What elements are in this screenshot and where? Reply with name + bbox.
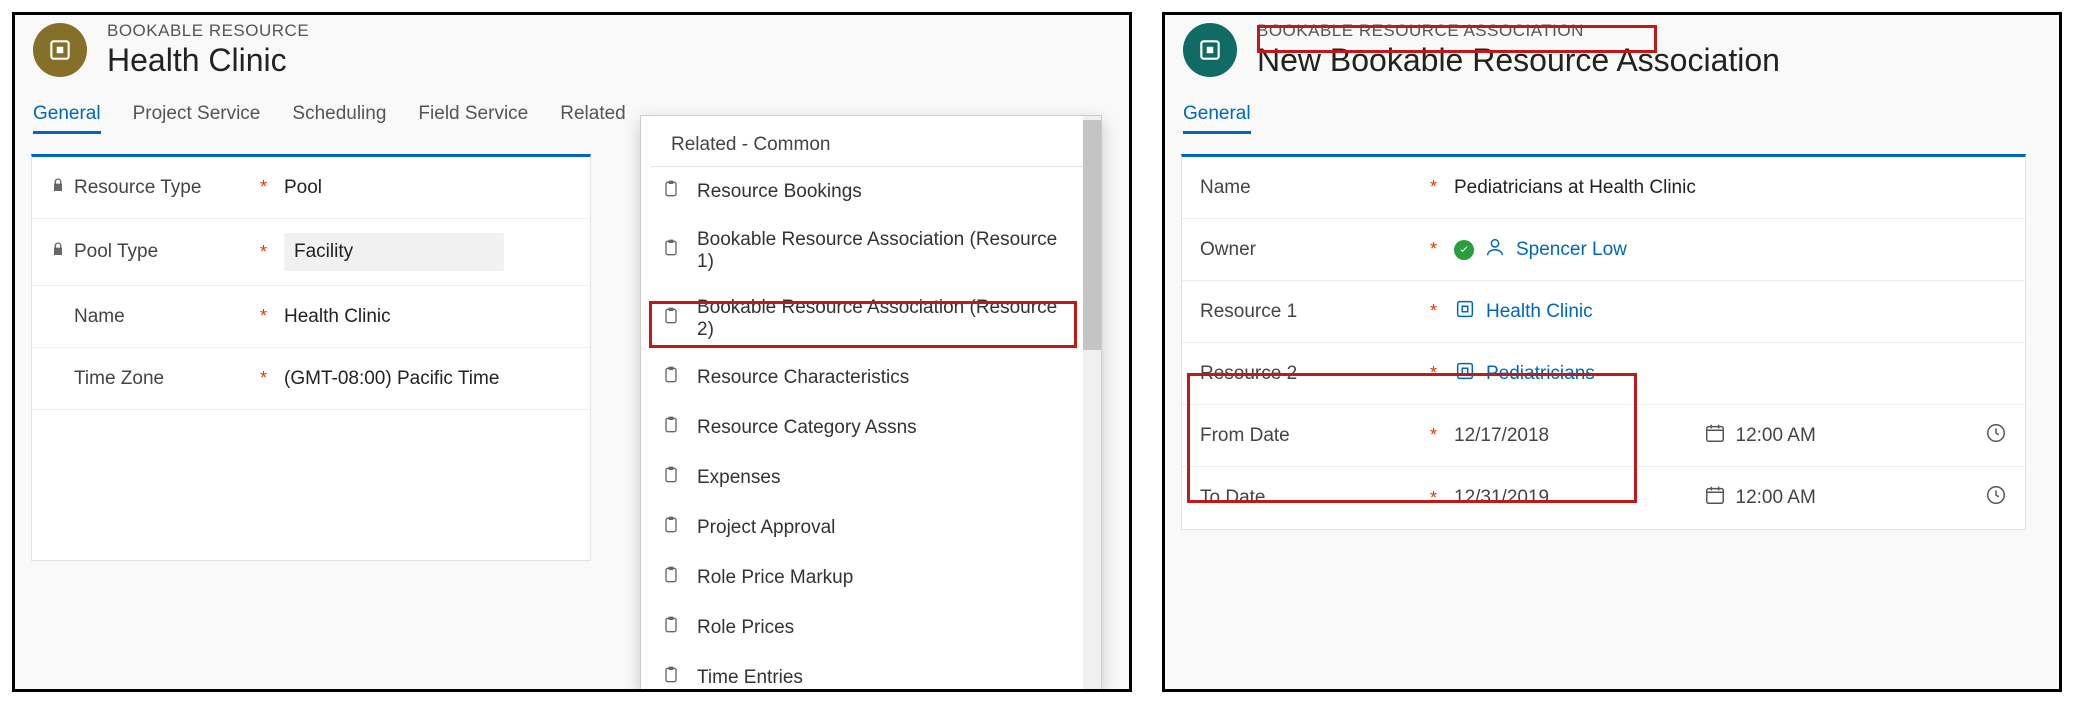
calendar-icon[interactable] [1704,422,1726,450]
field-value-resource2[interactable]: Pediatricians [1454,360,2007,388]
field-value-time-zone[interactable]: (GMT-08:00) Pacific Time [284,368,572,390]
related-menu-item[interactable]: Project Approval [641,503,1083,553]
lock-icon [50,241,66,263]
tab-general[interactable]: General [1183,97,1251,134]
related-menu-item-label: Project Approval [697,517,835,539]
clipboard-icon [661,515,681,541]
tab-scheduling[interactable]: Scheduling [292,97,386,134]
clipboard-icon [661,365,681,391]
tab-field-service[interactable]: Field Service [418,97,528,134]
right-panel: BOOKABLE RESOURCE ASSOCIATION New Bookab… [1162,12,2062,692]
entity-label: BOOKABLE RESOURCE [107,21,309,41]
required-indicator: * [260,177,284,198]
clipboard-icon [661,665,681,691]
tab-project-service[interactable]: Project Service [133,97,261,134]
related-menu-item-label: Role Prices [697,617,794,639]
related-dropdown-header: Related - Common [651,116,1091,167]
scrollbar[interactable] [1083,116,1101,690]
owner-link[interactable]: Spencer Low [1516,239,1627,261]
clipboard-icon [661,306,681,332]
field-label-from-date: From Date [1200,425,1290,447]
related-menu-item[interactable]: Role Price Markup [641,553,1083,603]
field-value-pool-type[interactable]: Facility [284,233,504,271]
record-header-left: BOOKABLE RESOURCE Health Clinic [15,15,1129,97]
related-menu-item-label: Role Price Markup [697,567,853,589]
field-label-owner: Owner [1200,239,1256,261]
scroll-thumb[interactable] [1083,120,1101,350]
record-header-right: BOOKABLE RESOURCE ASSOCIATION New Bookab… [1165,15,2059,97]
related-menu-item[interactable]: Role Prices [641,603,1083,653]
resource1-link[interactable]: Health Clinic [1486,301,1593,323]
related-menu-item-label: Resource Bookings [697,181,862,203]
clipboard-icon [661,179,681,205]
field-label-to-date: To Date [1200,487,1265,509]
field-label-pool-type: Pool Type [74,241,158,263]
related-menu-item[interactable]: Expenses [641,453,1083,503]
field-label-time-zone: Time Zone [74,368,164,390]
related-menu-item[interactable]: Bookable Resource Association (Resource … [641,217,1083,285]
related-menu-item[interactable]: Time Entries [641,653,1083,692]
required-indicator: * [1430,239,1454,260]
field-value-name[interactable]: Pediatricians at Health Clinic [1454,177,2007,199]
field-label-resource1: Resource 1 [1200,301,1297,323]
tab-related[interactable]: Related [560,97,626,134]
clipboard-icon [661,615,681,641]
tab-general[interactable]: General [33,97,101,134]
field-label-resource2: Resource 2 [1200,363,1297,385]
required-indicator: * [260,306,284,327]
related-menu-item[interactable]: Resource Characteristics [641,353,1083,403]
record-title: Health Clinic [107,41,309,79]
related-menu-item[interactable]: Bookable Resource Association (Resource … [641,285,1083,353]
field-label-name: Name [74,306,125,328]
field-to-time[interactable]: 12:00 AM [1736,487,1816,509]
related-menu-item[interactable]: Resource Category Assns [641,403,1083,453]
related-dropdown: Related - Common Resource Bookings Bookab… [640,115,1102,691]
related-dropdown-list: Resource Bookings Bookable Resource Assoc… [641,167,1101,692]
verified-badge-icon [1454,240,1474,260]
resource2-link[interactable]: Pediatricians [1486,363,1595,385]
required-indicator: * [1430,177,1454,198]
required-indicator: * [260,242,284,263]
field-to-date[interactable]: 12/31/2019 [1454,487,1549,509]
clipboard-icon [661,565,681,591]
resource-icon [1454,298,1476,326]
required-indicator: * [1430,425,1454,446]
clipboard-icon [661,238,681,264]
required-indicator: * [1430,363,1454,384]
related-menu-item-label: Resource Characteristics [697,367,909,389]
field-value-resource1[interactable]: Health Clinic [1454,298,2007,326]
field-value-resource-type[interactable]: Pool [284,177,572,199]
field-value-owner[interactable]: Spencer Low [1454,236,2007,264]
record-icon [33,23,87,77]
field-label-name: Name [1200,177,1251,199]
related-menu-item-label: Bookable Resource Association (Resource … [697,297,1063,341]
resource-icon [1454,360,1476,388]
related-menu-item-label: Time Entries [697,667,803,689]
related-menu-item[interactable]: Resource Bookings [641,167,1083,217]
related-menu-item-label: Bookable Resource Association (Resource … [697,229,1063,273]
related-menu-item-label: Resource Category Assns [697,417,917,439]
record-icon [1183,23,1237,77]
required-indicator: * [260,368,284,389]
required-indicator: * [1430,301,1454,322]
field-from-time[interactable]: 12:00 AM [1736,425,1816,447]
field-from-date[interactable]: 12/17/2018 [1454,425,1549,447]
clipboard-icon [661,465,681,491]
clipboard-icon [661,415,681,441]
lock-icon [50,177,66,199]
person-icon [1484,236,1506,264]
form-card-association: Name * Pediatricians at Health Clinic Ow… [1181,154,2026,530]
clock-icon[interactable] [1985,422,2007,450]
required-indicator: * [1430,488,1454,509]
related-menu-item-label: Expenses [697,467,780,489]
field-value-name[interactable]: Health Clinic [284,306,572,328]
field-label-resource-type: Resource Type [74,177,201,199]
clock-icon[interactable] [1985,484,2007,512]
left-panel: BOOKABLE RESOURCE Health Clinic General … [12,12,1132,692]
form-tabs-right: General [1165,97,2059,138]
entity-label: BOOKABLE RESOURCE ASSOCIATION [1257,21,1780,41]
form-card-general: Resource Type * Pool Pool Type * Facilit… [31,154,591,561]
calendar-icon[interactable] [1704,484,1726,512]
record-title: New Bookable Resource Association [1257,41,1780,79]
